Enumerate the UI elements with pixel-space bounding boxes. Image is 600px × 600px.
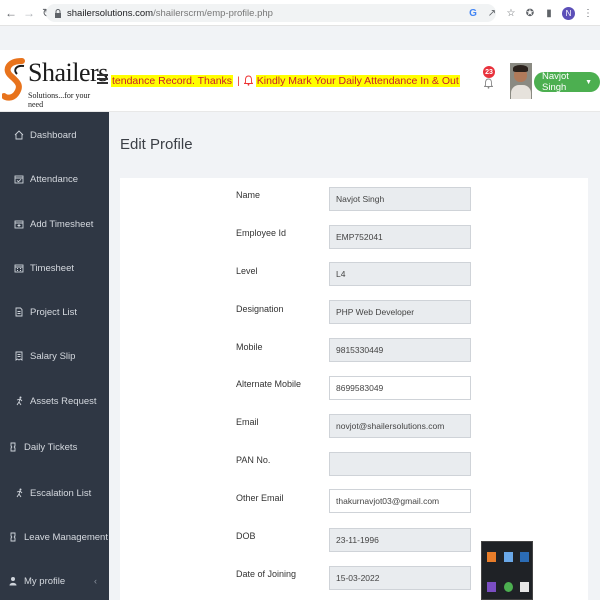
sidebar-item-timesheet[interactable]: Timesheet: [0, 257, 109, 279]
label-other-email: Other Email: [236, 493, 284, 503]
sidebar-item-salary-slip[interactable]: Salary Slip: [0, 345, 109, 367]
sidebar-item-label: Assets Request: [30, 395, 97, 407]
sidebar-item-daily-tickets[interactable]: Daily Tickets: [0, 436, 109, 458]
sidebar-item-label: Salary Slip: [30, 350, 76, 362]
sidebar-item-label: Escalation List: [30, 487, 92, 499]
dob-field[interactable]: 23-11-1996: [329, 528, 471, 552]
announcement-marquee: tendance Record. Thanks | Kindly Mark Yo…: [111, 73, 460, 88]
sidebar-item-label: Add Timesheet: [30, 218, 94, 230]
share-icon[interactable]: ↗: [486, 7, 498, 19]
sidebar-item-attendance[interactable]: Attendance: [0, 168, 109, 190]
receipt-icon: [15, 351, 23, 361]
sidebar-item-my-profile[interactable]: My profile ‹: [0, 570, 109, 592]
label-alternate-mobile: Alternate Mobile: [236, 379, 302, 389]
designation-field[interactable]: PHP Web Developer: [329, 300, 471, 324]
sidebar-icon[interactable]: ▮: [543, 7, 555, 19]
ticket-icon: [10, 532, 16, 542]
sidebar-item-label: My profile: [24, 575, 66, 587]
calendar-check-icon: [14, 175, 24, 184]
ticket-icon: [10, 442, 16, 452]
sidebar-item-project-list[interactable]: Project List: [0, 301, 109, 323]
bell-icon: [243, 75, 253, 86]
marquee-text-1: tendance Record. Thanks: [111, 74, 234, 87]
app-tray-icon[interactable]: [487, 582, 496, 592]
url-path: /shailerscrm/emp-profile.php: [153, 7, 273, 19]
browser-toolbar: ← → ↻ shailersolutions.com/shailerscrm/e…: [0, 0, 600, 26]
employee-id-field[interactable]: EMP752041: [329, 225, 471, 249]
user-menu-button[interactable]: Navjot Singh ▼: [534, 71, 600, 93]
chevron-left-icon: ‹: [94, 532, 97, 542]
label-name: Name: [236, 190, 261, 200]
hamburger-menu-icon[interactable]: [97, 74, 108, 84]
app-tray-icon[interactable]: [520, 582, 529, 592]
extensions-icon[interactable]: ✪: [524, 7, 536, 19]
chevron-left-icon: ‹: [94, 576, 97, 586]
page-title: Edit Profile: [120, 136, 193, 153]
notification-badge: 23: [483, 66, 495, 78]
company-logo[interactable]: Shailers Solutions...for your need: [2, 56, 108, 109]
sidebar-item-label: Dashboard: [30, 129, 77, 141]
other-email-field[interactable]: thakurnavjot03@gmail.com: [329, 489, 471, 513]
profile-avatar[interactable]: N: [562, 6, 575, 20]
chevron-down-icon: ▼: [585, 78, 592, 86]
label-level: Level: [236, 266, 258, 276]
sidebar-item-assets-request[interactable]: Assets Request: [0, 390, 109, 412]
notification-bell-icon: [484, 78, 493, 89]
address-bar[interactable]: shailersolutions.com/shailerscrm/emp-pro…: [46, 4, 496, 22]
marquee-separator: |: [237, 74, 240, 87]
star-icon[interactable]: ☆: [505, 7, 517, 19]
sidebar-item-leave-management[interactable]: Leave Management ‹: [0, 526, 109, 548]
user-icon: [9, 577, 17, 586]
running-icon: [16, 488, 23, 498]
mobile-field[interactable]: 9815330449: [329, 338, 471, 362]
app-tray-icon[interactable]: [487, 552, 496, 562]
user-avatar[interactable]: [510, 63, 532, 99]
calendar-icon: [14, 264, 24, 273]
app-tray-icon[interactable]: [504, 552, 513, 562]
sidebar-item-label: Project List: [30, 306, 77, 318]
label-designation: Designation: [236, 304, 284, 314]
document-icon: [15, 307, 23, 317]
url-host: shailersolutions.com: [67, 7, 154, 19]
menu-dots-icon[interactable]: ⋮: [582, 7, 594, 19]
label-mobile: Mobile: [236, 342, 263, 352]
back-arrow-icon[interactable]: ←: [4, 6, 18, 20]
sidebar-item-escalation-list[interactable]: Escalation List: [0, 482, 109, 504]
date-of-joining-field[interactable]: 15-03-2022: [329, 566, 471, 590]
sidebar: Dashboard Attendance Add Timesheet Times…: [0, 112, 109, 600]
google-icon[interactable]: G: [467, 7, 479, 19]
level-field[interactable]: L4: [329, 262, 471, 286]
marquee-text-2: Kindly Mark Your Daily Attendance In & O…: [255, 74, 460, 87]
label-date-of-joining: Date of Joining: [236, 569, 297, 579]
taskbar-tray-popup: [481, 541, 533, 600]
email-field[interactable]: novjot@shailersolutions.com: [329, 414, 471, 438]
running-icon: [16, 396, 23, 406]
forward-arrow-icon[interactable]: →: [22, 6, 36, 20]
app-tray-icon[interactable]: [520, 552, 529, 562]
sidebar-item-add-timesheet[interactable]: Add Timesheet: [0, 213, 109, 235]
alternate-mobile-field[interactable]: 8699583049: [329, 376, 471, 400]
logo-swirl-icon: [2, 58, 25, 101]
sidebar-item-dashboard[interactable]: Dashboard: [0, 124, 109, 146]
calendar-plus-icon: [14, 220, 24, 229]
lock-icon: [55, 8, 61, 18]
sidebar-item-label: Attendance: [30, 173, 79, 185]
label-employee-id: Employee Id: [236, 228, 287, 238]
logo-text: Shailers: [28, 58, 108, 87]
home-icon: [14, 130, 24, 140]
name-field[interactable]: Navjot Singh: [329, 187, 471, 211]
pan-no-field[interactable]: [329, 452, 471, 476]
label-pan-no: PAN No.: [236, 455, 271, 465]
label-dob: DOB: [236, 531, 256, 541]
notification-button[interactable]: 23: [480, 66, 496, 92]
sidebar-item-label: Daily Tickets: [24, 441, 78, 453]
sidebar-item-label: Timesheet: [30, 262, 74, 274]
app-tray-icon[interactable]: [504, 582, 513, 592]
logo-tagline: Solutions...for your need: [28, 91, 91, 109]
label-email: Email: [236, 417, 259, 427]
user-name: Navjot Singh: [542, 71, 569, 93]
